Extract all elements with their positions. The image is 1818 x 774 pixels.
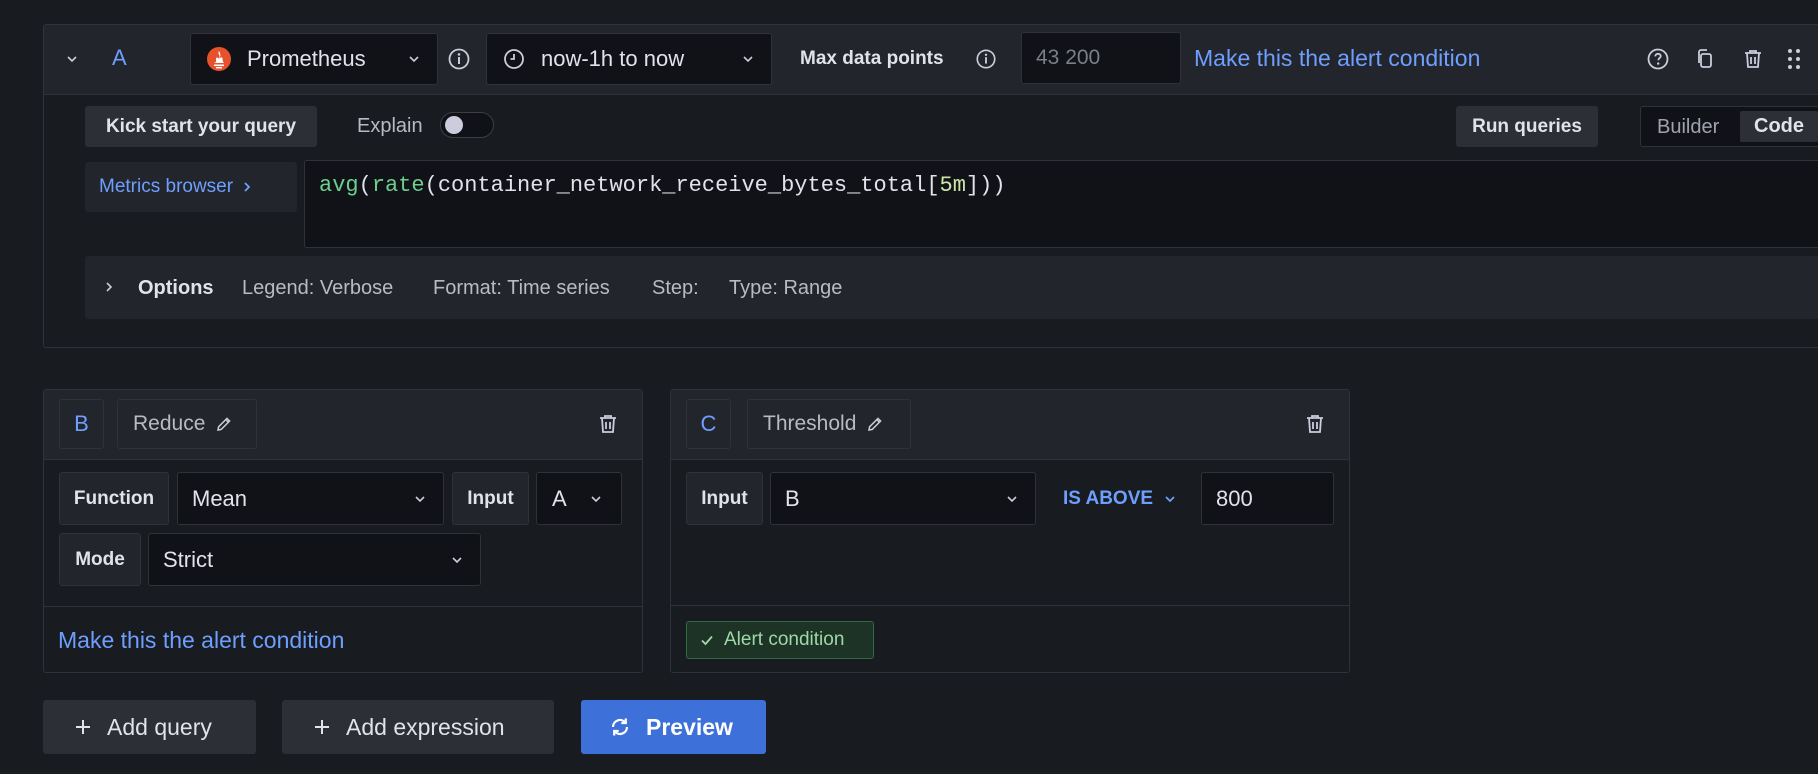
options-format: Format: Time series <box>433 277 610 299</box>
add-query-label: Add query <box>107 713 212 740</box>
datasource-info-icon[interactable] <box>446 46 472 72</box>
preview-button[interactable]: Preview <box>581 700 766 754</box>
input-select-b[interactable]: A <box>536 472 622 525</box>
datasource-picker[interactable]: Prometheus <box>190 33 438 85</box>
expression-b-divider <box>44 606 642 607</box>
input-label-box-b: Input <box>452 472 529 525</box>
chevron-down-icon <box>450 553 464 567</box>
run-queries-button[interactable]: Run queries <box>1456 106 1598 147</box>
collapse-chevron-down-icon[interactable] <box>60 47 84 71</box>
chevron-down-icon <box>413 492 427 506</box>
edit-pencil-icon[interactable] <box>215 415 233 433</box>
threshold-value-input[interactable] <box>1201 472 1334 525</box>
promql-code-editor[interactable]: avg(rate(container_network_receive_bytes… <box>304 160 1818 248</box>
code-fn-rate: rate <box>371 173 425 198</box>
ref-id-c: C <box>700 411 717 436</box>
mode-select[interactable]: Strict <box>148 533 481 586</box>
plus-icon <box>73 717 93 737</box>
mode-label: Mode <box>75 548 125 570</box>
max-data-points-info-icon[interactable] <box>974 47 998 71</box>
chevron-down-icon <box>589 492 603 506</box>
delete-trash-icon[interactable] <box>1740 46 1766 72</box>
make-alert-condition-link-b[interactable]: Make this the alert condition <box>58 627 344 654</box>
code-fn-avg: avg <box>319 173 359 198</box>
prometheus-logo-icon <box>205 45 233 73</box>
input-value-c: B <box>785 485 800 511</box>
chevron-down-icon <box>1163 492 1177 506</box>
expression-b-ref-id[interactable]: B <box>59 399 104 449</box>
mode-code-label: Code <box>1754 115 1804 137</box>
add-query-button[interactable]: Add query <box>43 700 256 754</box>
options-label: Options <box>138 277 214 299</box>
duplicate-copy-icon[interactable] <box>1692 46 1718 72</box>
code-range: 5m <box>939 173 966 198</box>
expression-c-divider <box>671 605 1349 606</box>
threshold-operator-select[interactable]: IS ABOVE <box>1050 472 1190 525</box>
mode-code[interactable]: Code <box>1740 111 1818 142</box>
chevron-right-icon <box>241 180 253 194</box>
code-metric: container_network_receive_bytes_total <box>437 173 927 198</box>
time-range-value: now-1h to now <box>541 46 685 71</box>
threshold-operator: IS ABOVE <box>1062 487 1154 509</box>
input-label-c: Input <box>701 487 748 509</box>
help-question-icon[interactable] <box>1645 46 1671 72</box>
chevron-right-icon <box>103 280 115 294</box>
expression-c-name[interactable]: Threshold <box>747 399 911 449</box>
expression-b-name[interactable]: Reduce <box>117 399 257 449</box>
mode-label-box: Mode <box>59 533 141 586</box>
options-type: Type: Range <box>729 277 843 299</box>
add-expression-button[interactable]: Add expression <box>282 700 554 754</box>
function-label: Function <box>73 487 155 509</box>
editor-mode-toggle: Builder Code <box>1640 106 1818 147</box>
drag-handle-icon[interactable] <box>1784 45 1804 73</box>
chevron-down-icon <box>741 52 755 66</box>
alert-condition-label: Alert condition <box>724 629 845 650</box>
input-value-b: A <box>552 485 567 511</box>
plus-icon <box>312 717 332 737</box>
options-row[interactable]: Options Legend: Verbose Format: Time ser… <box>85 256 1818 319</box>
metrics-browser-label: Metrics browser <box>99 176 234 197</box>
options-legend: Legend: Verbose <box>242 277 394 299</box>
query-ref-id[interactable]: A <box>112 45 127 71</box>
explain-toggle[interactable] <box>440 112 494 138</box>
expression-c-ref-id[interactable]: C <box>686 399 731 449</box>
alert-condition-badge: Alert condition <box>686 621 874 659</box>
expression-c-name-label: Threshold <box>763 412 857 435</box>
explain-label: Explain <box>357 115 423 137</box>
run-queries-label: Run queries <box>1472 115 1582 137</box>
time-range-picker[interactable]: now-1h to now <box>486 33 772 85</box>
datasource-name: Prometheus <box>247 46 366 71</box>
options-step: Step: <box>652 277 699 299</box>
function-value: Mean <box>192 485 248 511</box>
ref-id-b: B <box>74 411 89 436</box>
toggle-knob <box>445 116 463 134</box>
input-label-box-c: Input <box>686 472 763 525</box>
metrics-browser-button[interactable]: Metrics browser <box>85 162 297 212</box>
sync-icon <box>608 715 632 739</box>
add-expression-label: Add expression <box>346 713 505 740</box>
chevron-down-icon <box>1005 492 1019 506</box>
chevron-down-icon <box>407 52 421 66</box>
function-label-box: Function <box>59 472 169 525</box>
delete-trash-icon[interactable] <box>1302 411 1328 437</box>
input-select-c[interactable]: B <box>770 472 1036 525</box>
edit-pencil-icon[interactable] <box>866 415 884 433</box>
input-label-b: Input <box>467 487 514 509</box>
mode-builder[interactable]: Builder <box>1657 116 1719 139</box>
kick-start-label: Kick start your query <box>105 115 297 137</box>
delete-trash-icon[interactable] <box>595 411 621 437</box>
clock-icon <box>501 46 527 72</box>
mode-value: Strict <box>163 546 214 572</box>
max-data-points-label: Max data points <box>800 48 944 69</box>
kick-start-query-button[interactable]: Kick start your query <box>85 106 317 147</box>
max-data-points-input[interactable] <box>1021 32 1181 84</box>
preview-label: Preview <box>646 713 733 740</box>
check-icon <box>699 632 715 648</box>
function-select[interactable]: Mean <box>177 472 444 525</box>
expression-b-name-label: Reduce <box>133 412 206 435</box>
make-alert-condition-link-a[interactable]: Make this the alert condition <box>1194 45 1480 72</box>
